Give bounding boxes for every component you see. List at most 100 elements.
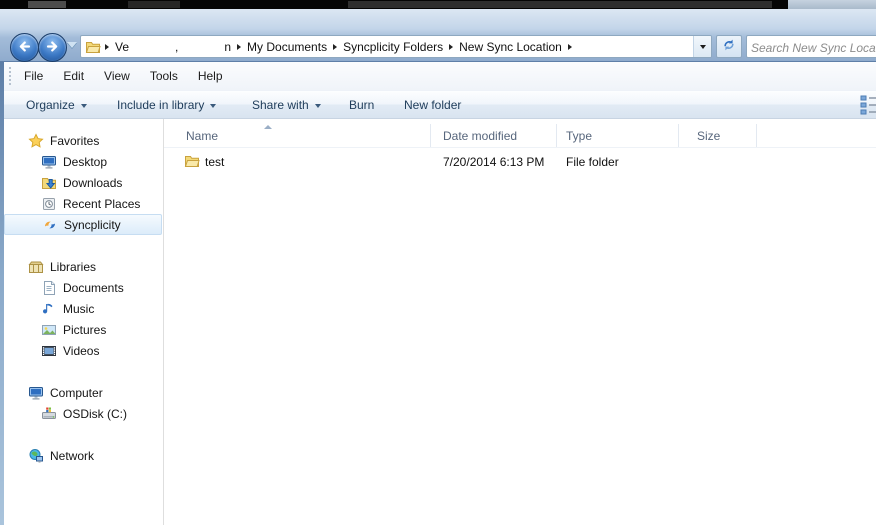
title-bar xyxy=(0,0,876,9)
change-view-button[interactable] xyxy=(860,95,876,115)
sidebar-item-desktop[interactable]: Desktop xyxy=(4,151,163,172)
address-bar[interactable]: Ve, n My Documents Syncplicity Folders Ne… xyxy=(80,35,712,58)
forward-button[interactable] xyxy=(38,33,67,62)
search-box xyxy=(746,35,876,58)
sidebar-section-computer[interactable]: Computer xyxy=(4,382,163,403)
include-in-library-label: Include in library xyxy=(117,97,205,112)
arrow-left-icon xyxy=(17,39,32,57)
globe-monitor-icon xyxy=(28,448,44,464)
share-with-label: Share with xyxy=(252,97,309,112)
sidebar-section-network[interactable]: Network xyxy=(4,445,163,466)
sidebar-label: Syncplicity xyxy=(64,217,121,232)
column-header-date-modified[interactable]: Date modified xyxy=(443,124,517,147)
chevron-down-icon xyxy=(699,44,706,49)
organize-label: Organize xyxy=(26,97,75,112)
sidebar-item-videos[interactable]: Videos xyxy=(4,340,163,361)
menu-edit[interactable]: Edit xyxy=(53,69,94,83)
menu-bar: File Edit View Tools Help xyxy=(4,62,876,90)
menu-file[interactable]: File xyxy=(14,69,53,83)
library-folder-icon xyxy=(28,259,44,275)
column-header-type[interactable]: Type xyxy=(566,124,592,147)
sidebar-item-syncplicity[interactable]: Syncplicity xyxy=(4,214,162,235)
explorer-window: Ve, n My Documents Syncplicity Folders Ne… xyxy=(0,0,876,525)
command-bar: Organize Include in library Share with B… xyxy=(4,90,876,119)
share-with-button[interactable]: Share with xyxy=(252,91,321,118)
folder-icon xyxy=(184,153,200,172)
sidebar-label: Downloads xyxy=(63,175,123,190)
breadcrumb-my-documents[interactable]: My Documents xyxy=(243,40,331,54)
include-in-library-button[interactable]: Include in library xyxy=(117,91,217,118)
column-headers: Name Date modified Type Size xyxy=(164,124,876,148)
syncplicity-swirl-icon xyxy=(42,217,58,233)
back-button[interactable] xyxy=(10,33,39,62)
redaction-box xyxy=(129,41,176,54)
burn-button[interactable]: Burn xyxy=(349,91,374,118)
folder-down-arrow-icon xyxy=(41,175,57,191)
sidebar-label: Documents xyxy=(63,280,124,295)
breadcrumb-arrow-icon xyxy=(237,43,242,50)
sidebar-label: Libraries xyxy=(50,259,97,274)
sidebar-item-pictures[interactable]: Pictures xyxy=(4,319,163,340)
sidebar-label: Videos xyxy=(63,343,100,358)
sidebar-item-downloads[interactable]: Downloads xyxy=(4,172,163,193)
title-bar-segment xyxy=(128,1,180,8)
sidebar-label: Favorites xyxy=(50,133,100,148)
column-separator[interactable] xyxy=(756,124,757,147)
redaction-box xyxy=(178,41,225,54)
file-row-test[interactable]: test 7/20/2014 6:13 PM File folder xyxy=(164,151,876,172)
refresh-button[interactable] xyxy=(716,35,742,58)
refresh-icon xyxy=(721,37,737,56)
sidebar-label: Desktop xyxy=(63,154,108,169)
sidebar-item-recent-places[interactable]: Recent Places xyxy=(4,193,163,214)
file-list-pane: Name Date modified Type Size test 7/20/2… xyxy=(164,119,876,525)
star-icon xyxy=(28,132,44,149)
sidebar-item-music[interactable]: Music xyxy=(4,298,163,319)
address-dropdown-button[interactable] xyxy=(693,36,711,57)
navigation-pane: Favorites Desktop Downloads Recent Place… xyxy=(4,119,163,525)
column-separator[interactable] xyxy=(678,124,679,147)
breadcrumb-new-sync-location[interactable]: New Sync Location xyxy=(455,40,566,54)
title-bar-right xyxy=(788,0,876,9)
sidebar-label: Music xyxy=(63,301,95,316)
file-type: File folder xyxy=(566,154,619,169)
burn-label: Burn xyxy=(349,97,375,112)
sidebar-label: OSDisk (C:) xyxy=(63,406,127,421)
title-bar-segment xyxy=(348,1,772,8)
sidebar-section-favorites[interactable]: Favorites xyxy=(4,130,163,151)
sidebar-section-libraries[interactable]: Libraries xyxy=(4,256,163,277)
file-date-modified: 7/20/2014 6:13 PM xyxy=(443,154,545,169)
column-header-name[interactable]: Name xyxy=(186,124,218,147)
breadcrumb-syncplicity-folders[interactable]: Syncplicity Folders xyxy=(339,40,447,54)
column-separator[interactable] xyxy=(430,124,431,147)
menu-view[interactable]: View xyxy=(94,69,140,83)
search-input[interactable] xyxy=(749,37,876,57)
sidebar-item-osdisk-c[interactable]: OSDisk (C:) xyxy=(4,403,163,424)
column-separator[interactable] xyxy=(556,124,557,147)
filmstrip-icon xyxy=(41,343,57,359)
title-bar-segment xyxy=(28,1,66,8)
monitor-icon xyxy=(41,154,57,170)
clock-sheet-icon xyxy=(41,196,57,212)
sidebar-item-documents[interactable]: Documents xyxy=(4,277,163,298)
sort-ascending-icon xyxy=(264,125,272,129)
menu-help[interactable]: Help xyxy=(188,69,233,83)
sidebar-label: Network xyxy=(50,448,95,463)
picture-icon xyxy=(41,322,57,338)
menu-tools[interactable]: Tools xyxy=(140,69,188,83)
document-icon xyxy=(41,280,57,296)
user-folder-prefix: Ve xyxy=(115,39,130,54)
chevron-down-icon xyxy=(210,103,217,108)
column-header-size[interactable]: Size xyxy=(697,124,720,147)
breadcrumb-user-folder[interactable]: Ve, n xyxy=(111,40,235,54)
music-note-icon xyxy=(41,301,57,317)
folder-icon xyxy=(85,39,101,55)
chevron-down-icon xyxy=(80,103,87,108)
organize-button[interactable]: Organize xyxy=(26,91,87,118)
new-folder-button[interactable]: New folder xyxy=(404,91,461,118)
change-view-icon xyxy=(860,95,876,118)
navigation-band: Ve, n My Documents Syncplicity Folders Ne… xyxy=(0,9,876,62)
recent-pages-chevron-icon[interactable] xyxy=(67,42,77,48)
